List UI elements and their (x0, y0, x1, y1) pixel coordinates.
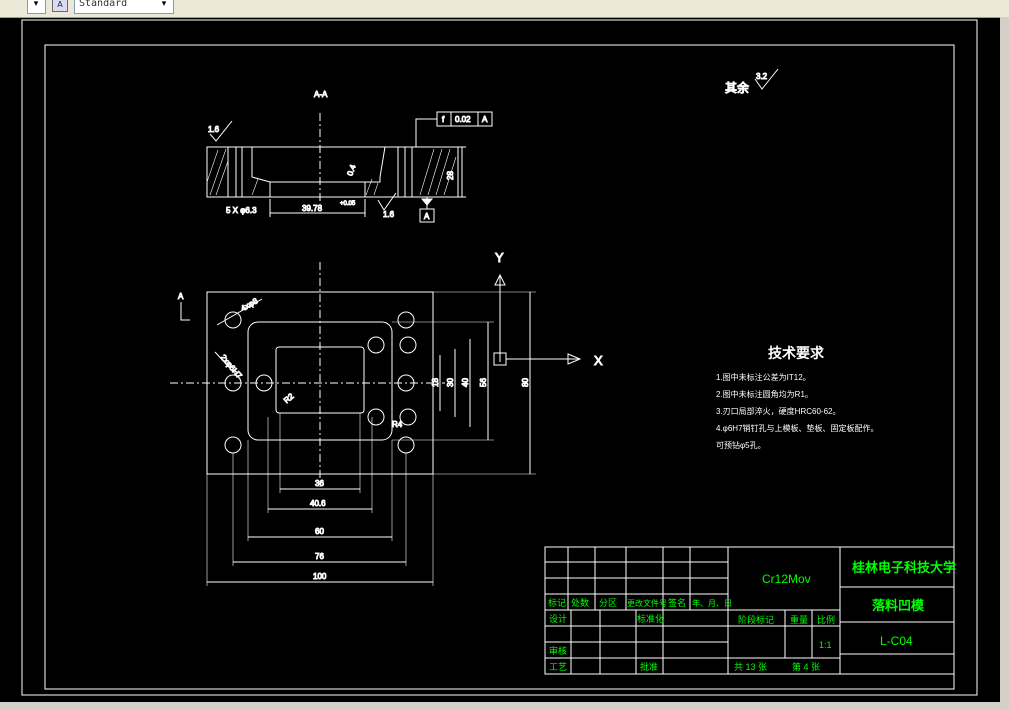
rev-header: 分区 (599, 598, 617, 608)
vertical-scrollbar[interactable] (1000, 17, 1009, 702)
radius-r4: R4 (392, 420, 403, 429)
roughness-other: 其余 3.2 (725, 68, 779, 96)
part-name: 落料凹模 (872, 598, 925, 613)
dropdown-arrow-icon[interactable]: ▾ (29, 0, 43, 11)
axis-x: X (594, 353, 603, 368)
role-process: 工艺 (549, 662, 567, 672)
rev-header: 更改文件号 (627, 598, 667, 608)
text-style-select[interactable]: Standard ▾ (74, 0, 174, 14)
rev-header: 年、月、日 (692, 598, 732, 608)
section-label: A-A (314, 90, 328, 99)
radius-r2: R2 (282, 391, 296, 405)
axis-y: Y (495, 250, 504, 265)
weight-label: 重量 (790, 614, 808, 625)
hole-small-label: 4xφ8 (239, 296, 260, 313)
dim-height: 28 (446, 171, 455, 180)
datum-label: A (424, 212, 430, 221)
dim-v30: 30 (446, 378, 455, 387)
dim-100: 100 (313, 572, 327, 581)
rev-header: 处数 (571, 597, 589, 608)
tech-req-title: 技术要求 (768, 345, 825, 361)
dim-76: 76 (315, 552, 324, 561)
dim-tolerance: +0.05 (340, 201, 356, 207)
role-design: 设计 (549, 613, 567, 624)
tech-req-item: 可预钻φ5孔。 (716, 440, 766, 450)
scale-value: 1:1 (819, 640, 832, 650)
tech-req-item: 1.图中未标注公差为IT12。 (716, 372, 811, 382)
text-style-value: Standard (79, 0, 128, 9)
rev-header: 签名 (668, 597, 686, 608)
text-style-icon[interactable]: A (52, 0, 68, 12)
dim-width: 39.78 (302, 204, 323, 213)
dim-v40: 40 (461, 378, 470, 387)
roughness-other-prefix: 其余 (725, 80, 749, 95)
toolbar: ▾ A Standard ▾ (0, 0, 1009, 18)
roughness-other-value: 3.2 (756, 72, 768, 81)
material: Cr12Mov (762, 572, 811, 586)
tech-req-item: 4.φ6H7销钉孔与上模板、垫板、固定板配作。 (716, 423, 879, 433)
drawing-number: L-C04 (880, 634, 913, 648)
role-standardize: 标准化 (637, 613, 664, 624)
inner-frame (44, 44, 955, 690)
title-block-text: 标记 处数 分区 更改文件号 签名 年、月、日 设计 标准化 审核 工艺 批准 … (548, 560, 956, 672)
dim-holes: 5 X φ6.3 (226, 206, 257, 215)
view-marker: A (178, 292, 184, 301)
school-name: 桂林电子科技大学 (851, 560, 956, 575)
scale-label: 比例 (817, 614, 835, 625)
role-review: 审核 (549, 645, 567, 656)
stage-label: 阶段标记 (738, 614, 774, 625)
dim-depth: 0.4 (345, 163, 357, 177)
gdt-datum: A (482, 115, 488, 124)
roughness-bottom: 1.6 (383, 210, 395, 219)
horizontal-scrollbar[interactable] (0, 702, 1009, 710)
layer-select[interactable]: ▾ (27, 0, 46, 14)
dim-40-6: 40.6 (310, 499, 326, 508)
gdt-symbol: f (442, 115, 445, 124)
rev-header: 标记 (548, 597, 566, 608)
role-approve: 批准 (640, 661, 658, 672)
sheet-total: 共 13 张 (734, 662, 767, 672)
dim-v80: 80 (521, 378, 530, 387)
drawing-canvas[interactable]: A-A 39.78 +0.05 5 X φ6.3 28 0.4 1.6 1.6 … (0, 17, 1000, 702)
tech-requirements: 技术要求 1.图中未标注公差为IT12。 2.图中未标注圆角均为R1。 3.刃口… (716, 345, 879, 450)
dim-36: 36 (315, 479, 324, 488)
roughness-left: 1.6 (208, 125, 220, 134)
dim-v56: 56 (479, 378, 488, 387)
section-view: A-A 39.78 +0.05 5 X φ6.3 28 0.4 1.6 1.6 … (206, 90, 493, 223)
sheet-number: 第 4 张 (792, 661, 820, 672)
dim-60: 60 (315, 527, 324, 536)
hole-large-label: 2xφ6H7 (219, 353, 244, 381)
dim-v18: 18 (431, 378, 440, 387)
dropdown-arrow-icon[interactable]: ▾ (157, 0, 171, 11)
tech-req-item: 3.刃口局部淬火，硬度HRC60-62。 (716, 406, 840, 416)
plan-view: A Y X 36 40.6 60 76 100 18 30 40 56 80 4… (170, 250, 604, 586)
tech-req-item: 2.图中未标注圆角均为R1。 (716, 389, 813, 399)
gdt-tolerance: 0.02 (455, 115, 471, 124)
